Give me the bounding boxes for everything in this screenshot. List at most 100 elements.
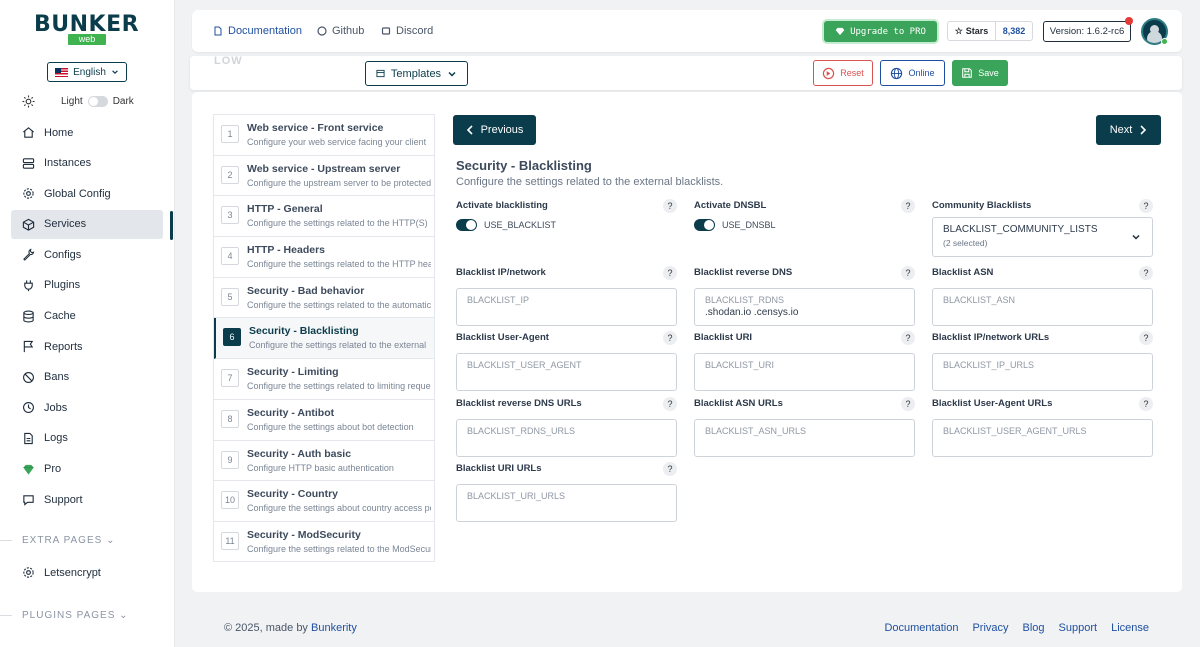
blacklist-user-agent-input[interactable]: BLACKLIST_USER_AGENT (456, 353, 677, 391)
footer-link-blog[interactable]: Blog (1023, 622, 1045, 634)
blacklist-uri-urls-input[interactable]: BLACKLIST_URI_URLS (456, 484, 677, 522)
help-icon[interactable]: ? (1139, 266, 1153, 280)
sidebar-item-cache[interactable]: Cache (11, 302, 163, 331)
wizard-step-active[interactable]: 6 Security - Blacklisting Configure the se… (214, 318, 434, 360)
step-description: Configure the settings related to limiti… (247, 381, 431, 392)
stars-count: 8,382 (1002, 26, 1026, 36)
blacklist-asn-urls-input[interactable]: BLACKLIST_ASN_URLS (694, 419, 915, 457)
help-icon[interactable]: ? (901, 199, 915, 213)
sidebar-item-instances[interactable]: Instances (11, 149, 163, 178)
theme-light-label: Light (61, 95, 83, 107)
save-button[interactable]: Save (952, 60, 1008, 86)
previous-button[interactable]: Previous (453, 115, 536, 145)
help-icon[interactable]: ? (663, 266, 677, 280)
sidebar-item-letsencrypt[interactable]: Letsencrypt (11, 558, 163, 587)
help-icon[interactable]: ? (901, 397, 915, 411)
help-icon[interactable]: ? (663, 331, 677, 345)
help-icon[interactable]: ? (901, 331, 915, 345)
wizard-step[interactable]: 7 Security - Limiting Configure the settin… (214, 359, 434, 400)
blacklist-rdns-input[interactable]: BLACKLIST_RDNS .shodan.io .censys.io (694, 288, 915, 326)
templates-label: Templates (390, 67, 442, 80)
wizard-step[interactable]: 10 Security - Country Configure the settin… (214, 481, 434, 522)
plugins-pages-heading[interactable]: PLUGINS PAGES ⌄ (22, 610, 129, 621)
theme-toggle[interactable] (87, 95, 108, 107)
star-icon: ☆ (954, 25, 963, 36)
language-label: English (73, 66, 106, 78)
help-icon[interactable]: ? (663, 462, 677, 476)
blacklist-ip-urls-input[interactable]: BLACKLIST_IP_URLS (932, 353, 1153, 391)
language-select[interactable]: English (47, 62, 127, 82)
documentation-link[interactable]: Documentation (213, 25, 302, 37)
sidebar-item-bans[interactable]: Bans (11, 363, 163, 392)
previous-label: Previous (480, 124, 524, 136)
home-icon (23, 127, 34, 138)
sidebar-item-configs[interactable]: Configs (11, 240, 163, 269)
sidebar-item-pro[interactable]: Pro (11, 455, 163, 484)
bunkerweb-logo[interactable]: BUNKER web (34, 14, 140, 46)
extra-pages-heading[interactable]: EXTRA PAGES ⌄ (22, 535, 115, 546)
gear-icon (23, 188, 34, 199)
reset-label: Reset (840, 68, 864, 78)
footer-copyright: © 2025, made by Bunkerity (224, 622, 357, 634)
sidebar-item-label: Logs (44, 432, 68, 445)
wizard-step[interactable]: 2 Web service - Upstream server Configure … (214, 156, 434, 197)
help-icon[interactable]: ? (1139, 397, 1153, 411)
step-title: Security - Bad behavior (247, 284, 365, 297)
save-icon (962, 68, 973, 78)
theme-dark-label: Dark (112, 95, 134, 107)
active-indicator (170, 211, 173, 240)
help-icon[interactable]: ? (1139, 199, 1153, 213)
help-icon[interactable]: ? (1139, 331, 1153, 345)
wizard-step[interactable]: 9 Security - Auth basic Configure HTTP bas… (214, 441, 434, 482)
section-description: Configure the settings related to the ex… (456, 176, 724, 188)
help-icon[interactable]: ? (663, 199, 677, 213)
sidebar-item-reports[interactable]: Reports (11, 332, 163, 361)
sidebar-item-logs[interactable]: Logs (11, 424, 163, 453)
select-count: (2 selected) (943, 238, 988, 248)
help-icon[interactable]: ? (901, 266, 915, 280)
community-blacklists-select[interactable]: BLACKLIST_COMMUNITY_LISTS (2 selected) (932, 217, 1153, 257)
sidebar-item-services[interactable]: Services (11, 209, 163, 239)
footer-link-documentation[interactable]: Documentation (884, 622, 958, 634)
blacklist-uri-input[interactable]: BLACKLIST_URI (694, 353, 915, 391)
next-button[interactable]: Next (1096, 115, 1161, 145)
blacklist-uri-field: Blacklist URI ? BLACKLIST_URI (694, 331, 915, 391)
upgrade-pro-button[interactable]: Upgrade to PRO (824, 21, 937, 42)
discord-link[interactable]: Discord (381, 25, 433, 37)
wizard-step[interactable]: 8 Security - Antibot Configure the setting… (214, 400, 434, 441)
wizard-step[interactable]: 11 Security - ModSecurity Configure the se… (214, 522, 434, 563)
templates-dropdown[interactable]: Templates (365, 61, 468, 86)
version-badge[interactable]: Version: 1.6.2-rc6 (1043, 21, 1131, 42)
use-blacklist-toggle[interactable] (456, 219, 477, 231)
sidebar-item-global-config[interactable]: Global Config (11, 179, 163, 208)
field-label: Blacklist reverse DNS (694, 267, 793, 278)
github-stars[interactable]: ☆ Stars 8,382 (947, 21, 1033, 41)
sidebar-item-plugins[interactable]: Plugins (11, 271, 163, 300)
wizard-step[interactable]: 4 HTTP - Headers Configure the settings re… (214, 237, 434, 278)
reset-button[interactable]: Reset (813, 60, 873, 86)
footer-link-privacy[interactable]: Privacy (972, 622, 1008, 634)
sidebar-item-support[interactable]: Support (11, 485, 163, 514)
blacklist-ip-input[interactable]: BLACKLIST_IP (456, 288, 677, 326)
footer-link-license[interactable]: License (1111, 622, 1149, 634)
sidebar-item-label: Bans (44, 371, 70, 384)
topbar: Documentation Github Discord Upgrade to … (192, 10, 1182, 52)
wizard-step[interactable]: 3 HTTP - General Configure the settings re… (214, 196, 434, 238)
sidebar-item-home[interactable]: Home (11, 118, 163, 147)
field-label: Blacklist URI URLs (456, 463, 542, 474)
help-icon[interactable]: ? (663, 397, 677, 411)
online-mode-button[interactable]: Online (880, 60, 945, 86)
wizard-step[interactable]: 5 Security - Bad behavior Configure the se… (214, 278, 434, 319)
step-number: 5 (221, 287, 239, 306)
sidebar-item-jobs[interactable]: Jobs (11, 393, 163, 422)
github-link[interactable]: Github (317, 25, 364, 37)
author-link[interactable]: Bunkerity (311, 622, 357, 634)
blacklist-asn-input[interactable]: BLACKLIST_ASN (932, 288, 1153, 326)
wizard-step[interactable]: 1 Web service - Front service Configure yo… (214, 115, 434, 156)
field-label: Blacklist ASN (932, 267, 994, 278)
sidebar-item-label: Cache (44, 310, 76, 323)
blacklist-user-agent-urls-input[interactable]: BLACKLIST_USER_AGENT_URLS (932, 419, 1153, 457)
footer-link-support[interactable]: Support (1059, 622, 1098, 634)
blacklist-rdns-urls-input[interactable]: BLACKLIST_RDNS_URLS (456, 419, 677, 457)
use-dnsbl-toggle[interactable] (694, 219, 715, 231)
